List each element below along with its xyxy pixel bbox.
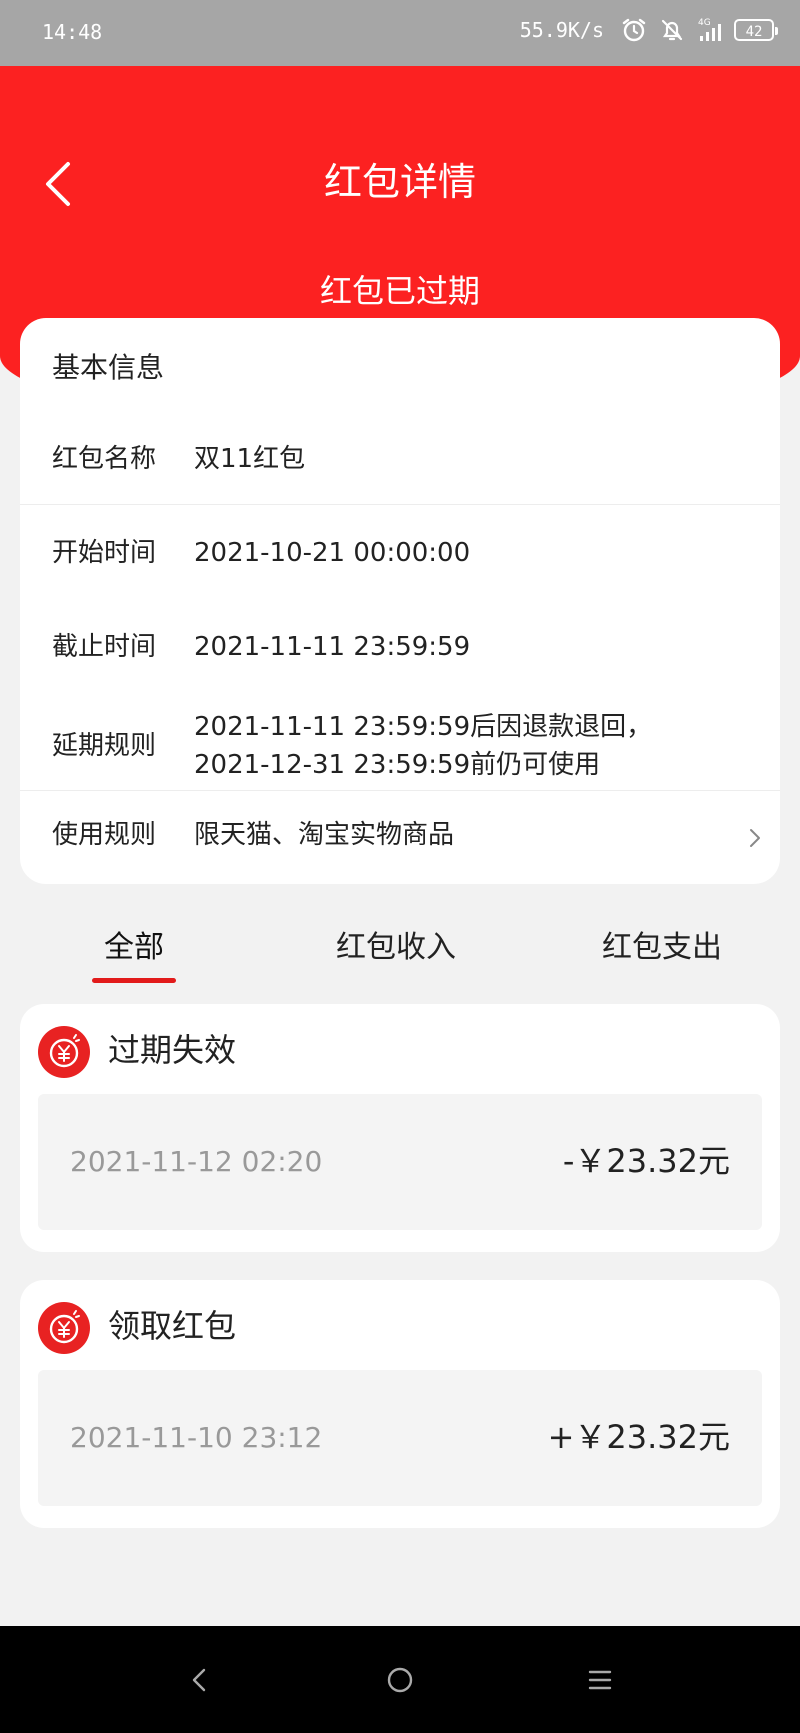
info-value: 2021-11-11 23:59:59 <box>194 632 471 662</box>
info-value: 2021-11-11 23:59:59后因退款退回， 2021-12-31 23… <box>194 708 652 784</box>
nav-home-icon[interactable] <box>378 1658 422 1702</box>
battery-icon: 42 <box>734 19 778 41</box>
record-tabs: 全部 红包收入 红包支出 <box>0 920 800 990</box>
record-title: 过期失效 <box>108 1031 237 1069</box>
record-time: 2021-11-10 23:12 <box>70 1421 323 1454</box>
info-label: 延期规则 <box>52 731 157 761</box>
info-row-end: 截止时间 2021-11-11 23:59:59 <box>52 628 760 666</box>
alarm-icon <box>622 18 646 42</box>
info-label: 红包名称 <box>52 444 157 474</box>
active-tab-indicator <box>92 978 176 983</box>
info-row-usage-rule[interactable]: 使用规则 限天猫、淘宝实物商品 <box>52 816 760 854</box>
nav-menu-icon[interactable] <box>578 1658 622 1702</box>
info-label: 截止时间 <box>52 632 157 662</box>
status-bar: 14:48 55.9K/s 4G 42 <box>0 0 800 66</box>
divider <box>20 504 780 505</box>
extension-line-1: 2021-11-11 23:59:59后因退款退回， <box>194 712 653 742</box>
extension-line-2: 2021-12-31 23:59:59前仍可使用 <box>194 750 601 780</box>
signal-label: 4G <box>698 18 711 28</box>
section-title: 基本信息 <box>52 351 165 384</box>
info-label: 使用规则 <box>52 820 157 850</box>
record-amount: +￥23.32元 <box>547 1418 730 1456</box>
nav-back-icon[interactable] <box>178 1658 222 1702</box>
system-nav-bar <box>0 1626 800 1733</box>
info-value: 限天猫、淘宝实物商品 <box>194 820 455 850</box>
chevron-right-icon[interactable] <box>748 826 762 850</box>
yuan-coin-icon <box>38 1302 90 1354</box>
info-row-name: 红包名称 双11红包 <box>52 440 760 478</box>
yuan-coin-icon <box>38 1026 90 1078</box>
record-card[interactable]: 领取红包 2021-11-10 23:12 +￥23.32元 <box>20 1280 780 1528</box>
mute-bell-icon <box>661 19 683 41</box>
tab-all[interactable]: 全部 <box>104 920 164 976</box>
record-title: 领取红包 <box>108 1307 237 1345</box>
info-label: 开始时间 <box>52 538 157 568</box>
signal-icon: 4G <box>698 18 721 41</box>
record-amount: -￥23.32元 <box>562 1142 730 1180</box>
record-detail: 2021-11-12 02:20 -￥23.32元 <box>38 1094 762 1230</box>
info-value: 2021-10-21 00:00:00 <box>194 538 471 568</box>
battery-level: 42 <box>745 24 763 40</box>
tab-expense[interactable]: 红包支出 <box>602 920 722 976</box>
info-row-start: 开始时间 2021-10-21 00:00:00 <box>52 534 760 572</box>
page-title: 红包详情 <box>323 160 476 204</box>
basic-info-card: 基本信息 红包名称 双11红包 开始时间 2021-10-21 00:00:00… <box>20 318 780 884</box>
expired-status: 红包已过期 <box>319 272 480 310</box>
tab-income[interactable]: 红包收入 <box>336 920 456 976</box>
network-speed: 55.9K/s <box>519 18 604 42</box>
info-row-extension: 延期规则 2021-11-11 23:59:59后因退款退回， 2021-12-… <box>52 708 760 784</box>
divider <box>20 790 780 791</box>
record-card[interactable]: 过期失效 2021-11-12 02:20 -￥23.32元 <box>20 1004 780 1252</box>
status-time: 14:48 <box>42 20 103 44</box>
record-time: 2021-11-12 02:20 <box>70 1145 323 1178</box>
info-value: 双11红包 <box>194 444 306 474</box>
status-icons: 55.9K/s 4G 42 <box>519 16 778 44</box>
record-detail: 2021-11-10 23:12 +￥23.32元 <box>38 1370 762 1506</box>
